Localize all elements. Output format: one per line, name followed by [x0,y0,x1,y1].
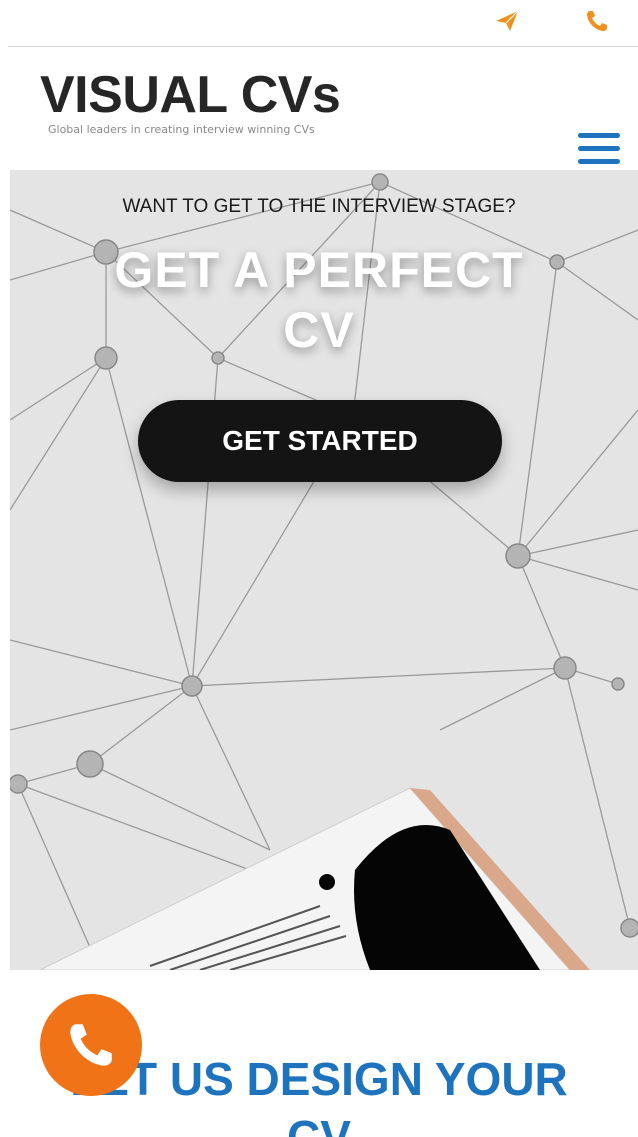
top-contact-bar [0,0,638,47]
hero-headline-line2: CV [283,302,355,358]
phone-icon[interactable] [582,6,612,36]
menu-bar [578,159,620,164]
paper-plane-icon[interactable] [492,6,522,36]
phone-icon [70,1024,112,1066]
menu-bar [578,146,620,151]
floating-call-button[interactable] [40,994,142,1096]
cv-document-image [39,787,590,970]
hero-eyebrow: WANT TO GET TO THE INTERVIEW STAGE? [122,196,516,217]
site-logo[interactable]: VISUAL CVs [40,67,341,123]
hero-headline-line1: GET A PERFECT [114,242,524,298]
get-started-button[interactable]: GET STARTED [138,400,502,482]
hero-headline: GET A PERFECT CV [0,240,638,360]
site-header: VISUAL CVs Global leaders in creating in… [0,47,638,164]
site-tagline: Global leaders in creating interview win… [48,123,315,136]
menu-bar [578,133,620,138]
hamburger-menu-icon[interactable] [578,133,620,167]
section-title-line2: CV [287,1111,351,1137]
